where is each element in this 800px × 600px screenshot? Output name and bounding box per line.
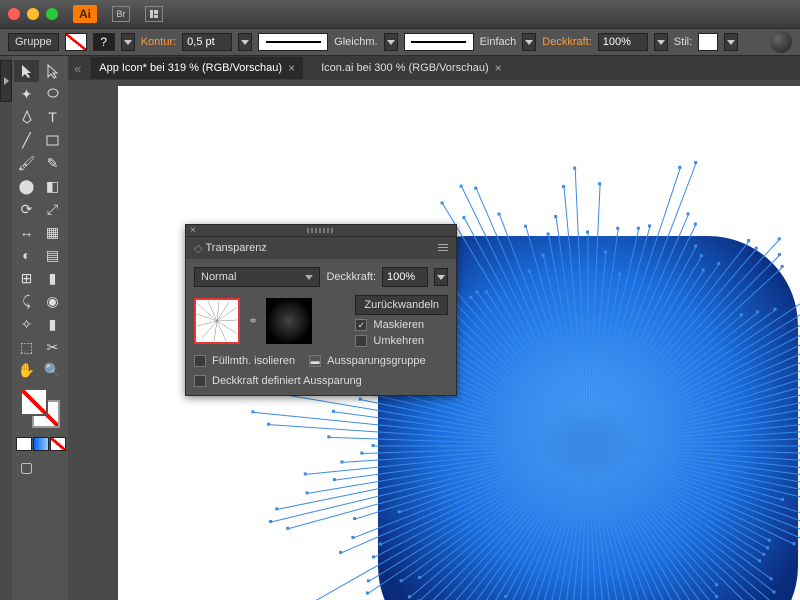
- workspace: « App Icon* bei 319 % (RGB/Vorschau) × Ic…: [68, 56, 800, 600]
- rotate-tool[interactable]: ⟳: [14, 198, 39, 220]
- arrange-docs-button[interactable]: [145, 6, 163, 22]
- bridge-button[interactable]: Br: [112, 6, 130, 22]
- panel-drag-bar[interactable]: ×: [186, 225, 456, 237]
- mesh-tool[interactable]: ⊞: [14, 267, 39, 289]
- color-mode-solid[interactable]: [16, 437, 32, 451]
- eraser-tool[interactable]: ◧: [40, 175, 65, 197]
- mask-thumb[interactable]: [266, 298, 312, 344]
- hand-tool[interactable]: ✋: [14, 359, 39, 381]
- tab-app-icon[interactable]: App Icon* bei 319 % (RGB/Vorschau) ×: [91, 57, 303, 79]
- app-logo: Ai: [73, 5, 97, 23]
- panel-title: ◇Transparenz: [186, 237, 456, 259]
- brush-dropdown[interactable]: [522, 33, 536, 51]
- tab-label: App Icon* bei 319 % (RGB/Vorschau): [99, 62, 282, 74]
- panel-dock-left: [0, 56, 12, 600]
- panel-opacity-label: Deckkraft:: [326, 271, 376, 283]
- opacity-defines-knockout-checkbox[interactable]: [194, 375, 206, 387]
- brush-definition[interactable]: [404, 33, 474, 51]
- document-tabs: « App Icon* bei 319 % (RGB/Vorschau) × Ic…: [68, 56, 800, 80]
- clip-checkbox[interactable]: [355, 319, 367, 331]
- opacity-input[interactable]: [598, 33, 648, 51]
- rectangle-tool[interactable]: [40, 129, 65, 151]
- stroke-weight-dropdown[interactable]: [238, 33, 252, 51]
- gradient-tool[interactable]: ▮: [40, 267, 65, 289]
- knockout-label: Aussparungsgruppe: [327, 355, 425, 367]
- stroke-profile-label: Gleichm.: [334, 36, 377, 48]
- revert-mask-button[interactable]: Zurückwandeln: [355, 295, 448, 315]
- kontur-label: Kontur:: [141, 36, 176, 48]
- pen-tool[interactable]: [14, 106, 39, 128]
- screen-mode-button[interactable]: ▢: [14, 456, 39, 478]
- fill-swatch[interactable]: [65, 33, 87, 51]
- color-mode-gradient[interactable]: [33, 437, 49, 451]
- artboard-tool[interactable]: ⬚: [14, 336, 39, 358]
- invert-checkbox[interactable]: [355, 335, 367, 347]
- line-tool[interactable]: ╱: [14, 129, 39, 151]
- knockout-checkbox[interactable]: ▬: [309, 355, 321, 367]
- stil-label: Stil:: [674, 36, 692, 48]
- symbol-sprayer-tool[interactable]: ✧: [14, 313, 39, 335]
- color-mode-none[interactable]: [50, 437, 66, 451]
- mask-source-thumb[interactable]: [194, 298, 240, 344]
- opacity-label: Deckkraft:: [542, 36, 592, 48]
- isolate-checkbox[interactable]: [194, 355, 206, 367]
- selection-tool[interactable]: [14, 60, 39, 82]
- panel-opacity-dropdown[interactable]: [434, 268, 448, 286]
- stroke-help[interactable]: ?: [93, 33, 115, 51]
- zoom-tool[interactable]: 🔍: [40, 359, 65, 381]
- blob-brush-tool[interactable]: ⬤: [14, 175, 39, 197]
- blend-mode-select[interactable]: Normal: [194, 267, 320, 287]
- window-titlebar: Ai Br: [0, 0, 800, 28]
- blend-tool[interactable]: ◉: [40, 290, 65, 312]
- stroke-weight-input[interactable]: [182, 33, 232, 51]
- stroke-profile-uniform[interactable]: [258, 33, 328, 51]
- close-window-icon[interactable]: [8, 8, 20, 20]
- paintbrush-tool[interactable]: 🖌: [14, 152, 39, 174]
- width-tool[interactable]: ↔: [14, 221, 39, 243]
- eyedropper-tool[interactable]: ⤹: [14, 290, 39, 312]
- perspective-grid-tool[interactable]: ▤: [40, 244, 65, 266]
- slice-tool[interactable]: ✂: [40, 336, 65, 358]
- transparency-panel[interactable]: × ◇Transparenz Normal Deckkraft:: [185, 224, 457, 396]
- window-controls: [8, 8, 58, 20]
- stroke-profile-dropdown[interactable]: [384, 33, 398, 51]
- zoom-window-icon[interactable]: [46, 8, 58, 20]
- column-graph-tool[interactable]: ▮: [40, 313, 65, 335]
- graphic-style-swatch[interactable]: [698, 33, 718, 51]
- toolbox: ✦ T ╱ 🖌✎ ⬤◧ ⟳⤢ ↔▦ ◐▤ ⊞▮ ⤹◉ ✧▮ ⬚✂ ✋🔍 ▢: [12, 56, 68, 600]
- isolate-label: Füllmth. isolieren: [212, 355, 295, 367]
- close-icon[interactable]: ×: [288, 61, 295, 75]
- style-dropdown[interactable]: [724, 33, 738, 51]
- tab-label: Icon.ai bei 300 % (RGB/Vorschau): [321, 62, 489, 74]
- opacity-knockout-label: Deckkraft definiert Aussparung: [212, 375, 362, 387]
- link-mask-icon[interactable]: ⚭: [246, 311, 260, 331]
- swatch-dropdown[interactable]: [121, 33, 135, 51]
- control-bar: Gruppe ? Kontur: Gleichm. Einfach Deckkr…: [0, 28, 800, 56]
- tab-icon-ai[interactable]: Icon.ai bei 300 % (RGB/Vorschau) ×: [313, 57, 510, 79]
- shape-builder-tool[interactable]: ◐: [14, 244, 39, 266]
- close-icon[interactable]: ×: [495, 61, 502, 75]
- invert-label: Umkehren: [373, 335, 424, 347]
- minimize-window-icon[interactable]: [27, 8, 39, 20]
- free-transform-tool[interactable]: ▦: [40, 221, 65, 243]
- selection-type: Gruppe: [8, 33, 59, 51]
- tab-scroll-left-icon[interactable]: «: [74, 61, 81, 76]
- pencil-tool[interactable]: ✎: [40, 152, 65, 174]
- magic-wand-tool[interactable]: ✦: [14, 83, 39, 105]
- close-panel-icon[interactable]: ×: [190, 225, 196, 236]
- type-tool[interactable]: T: [40, 106, 65, 128]
- panel-grip-icon: [307, 228, 335, 233]
- lasso-tool[interactable]: [40, 83, 65, 105]
- direct-selection-tool[interactable]: [40, 60, 65, 82]
- clip-label: Maskieren: [373, 319, 424, 331]
- collapse-tools-button[interactable]: [0, 60, 12, 102]
- fill-color-icon[interactable]: [20, 388, 48, 416]
- fill-stroke-indicator[interactable]: [20, 388, 60, 428]
- panel-opacity-input[interactable]: [382, 267, 428, 287]
- sync-settings-icon[interactable]: [770, 31, 792, 53]
- opacity-dropdown[interactable]: [654, 33, 668, 51]
- brush-label: Einfach: [480, 36, 517, 48]
- scale-tool[interactable]: ⤢: [40, 198, 65, 220]
